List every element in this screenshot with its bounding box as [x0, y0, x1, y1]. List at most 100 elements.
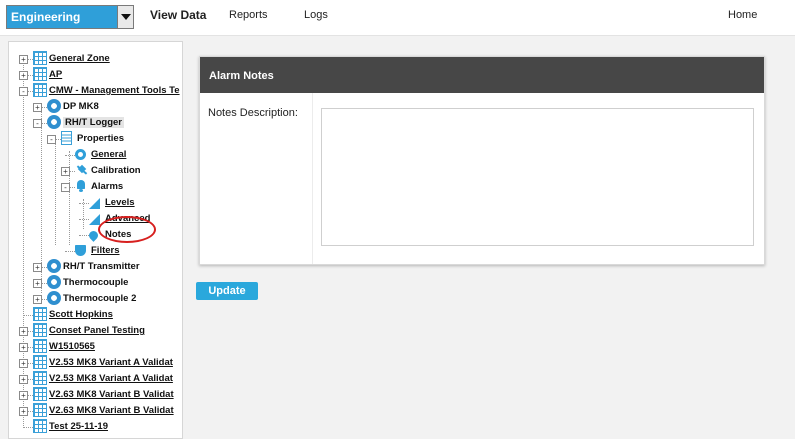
device-tree: + General Zone + AP - CMW - Management Tools …	[8, 41, 183, 439]
tree-item[interactable]: General	[9, 147, 182, 163]
tree-item[interactable]: Levels	[9, 195, 182, 211]
tree-item[interactable]: + W1510565	[9, 339, 182, 355]
department-select[interactable]: Engineering	[6, 5, 134, 29]
nav-view-data[interactable]: View Data	[150, 8, 206, 22]
bell-icon	[75, 179, 87, 193]
tree-item[interactable]: Filters	[9, 243, 182, 259]
tree-item[interactable]: - RH/T Logger	[9, 115, 182, 131]
tree-item-label[interactable]: Conset Panel Testing	[49, 325, 145, 336]
tree-connector	[65, 155, 75, 156]
gear-icon	[47, 259, 61, 273]
collapse-icon[interactable]: -	[33, 119, 42, 128]
gear-icon	[47, 275, 61, 289]
tree-item-label[interactable]: Scott Hopkins	[49, 309, 113, 320]
tree-item[interactable]: + Thermocouple 2	[9, 291, 182, 307]
notes-description-label: Notes Description:	[208, 107, 298, 119]
tree-item-label[interactable]: RH/T Transmitter	[63, 261, 140, 272]
tree-item-label[interactable]: Alarms	[91, 181, 123, 192]
grid-icon	[33, 307, 47, 321]
grid-icon	[33, 83, 47, 97]
tree-item[interactable]: + V2.63 MK8 Variant B Validat	[9, 403, 182, 419]
tree-item-label[interactable]: General Zone	[49, 53, 110, 64]
tree-item[interactable]: + V2.63 MK8 Variant B Validat	[9, 387, 182, 403]
tree-item-label[interactable]: Thermocouple	[63, 277, 128, 288]
expand-icon[interactable]: +	[19, 375, 28, 384]
expand-icon[interactable]: +	[19, 407, 28, 416]
nav-logs[interactable]: Logs	[304, 9, 328, 21]
nav-reports[interactable]: Reports	[229, 9, 268, 21]
tree-item-label[interactable]: Thermocouple 2	[63, 293, 136, 304]
expand-icon[interactable]: +	[19, 55, 28, 64]
panel-divider	[312, 93, 313, 264]
collapse-icon[interactable]: -	[61, 183, 70, 192]
page-icon	[61, 131, 72, 145]
gear-icon	[47, 291, 61, 305]
expand-icon[interactable]: +	[19, 327, 28, 336]
satellite-icon	[75, 163, 89, 177]
ring-icon	[75, 149, 86, 160]
tree-item-label[interactable]: Properties	[77, 133, 124, 144]
tree-item[interactable]: + V2.53 MK8 Variant A Validat	[9, 371, 182, 387]
expand-icon[interactable]: +	[33, 263, 42, 272]
panel-title: Alarm Notes	[209, 70, 274, 82]
panel-header: Alarm Notes	[200, 57, 764, 93]
tree-item[interactable]: + Conset Panel Testing	[9, 323, 182, 339]
tree-item-label[interactable]: Filters	[91, 245, 120, 256]
tree-item[interactable]: - Alarms	[9, 179, 182, 195]
expand-icon[interactable]: +	[19, 391, 28, 400]
tree-item[interactable]: Scott Hopkins	[9, 307, 182, 323]
expand-icon[interactable]: +	[19, 343, 28, 352]
tree-item[interactable]: + RH/T Transmitter	[9, 259, 182, 275]
tree-item[interactable]: + AP	[9, 67, 182, 83]
grid-icon	[33, 419, 47, 433]
tree-item[interactable]: - Properties	[9, 131, 182, 147]
tree-item-label[interactable]: Levels	[105, 197, 135, 208]
gear-icon	[47, 99, 61, 113]
tree-item[interactable]: Advanced	[9, 211, 182, 227]
tree-item-label[interactable]: V2.53 MK8 Variant A Validat	[49, 373, 173, 384]
department-select-value: Engineering	[11, 10, 81, 24]
top-bar: Engineering View Data Reports Logs Home	[0, 0, 795, 36]
tree-item-label[interactable]: Test 25-11-19	[49, 421, 108, 432]
highlight-annotation	[98, 216, 156, 243]
tree-item-label[interactable]: RH/T Logger	[63, 117, 124, 128]
expand-icon[interactable]: +	[19, 71, 28, 80]
expand-icon[interactable]: +	[19, 359, 28, 368]
grid-icon	[33, 323, 47, 337]
collapse-icon[interactable]: -	[19, 87, 28, 96]
nav-home[interactable]: Home	[728, 9, 757, 21]
update-button[interactable]: Update	[196, 282, 258, 300]
tree-item[interactable]: Notes	[9, 227, 182, 243]
tree-item-label[interactable]: V2.53 MK8 Variant A Validat	[49, 357, 173, 368]
expand-icon[interactable]: +	[33, 103, 42, 112]
tree-item-label[interactable]: CMW - Management Tools Te	[49, 85, 180, 96]
expand-icon[interactable]: +	[61, 167, 70, 176]
tree-item-label[interactable]: Calibration	[91, 165, 141, 176]
grid-icon	[33, 51, 47, 65]
tree-item-label[interactable]: DP MK8	[63, 101, 99, 112]
chevron-down-icon[interactable]	[117, 6, 133, 28]
tree-connector	[79, 219, 89, 220]
tree-item[interactable]: + Calibration	[9, 163, 182, 179]
tree-item-label[interactable]: W1510565	[49, 341, 95, 352]
grid-icon	[33, 67, 47, 81]
notes-description-input[interactable]	[321, 108, 754, 246]
tree-item[interactable]: + V2.53 MK8 Variant A Validat	[9, 355, 182, 371]
tree-item[interactable]: - CMW - Management Tools Te	[9, 83, 182, 99]
tree-item-label[interactable]: AP	[49, 69, 62, 80]
tree-item[interactable]: + Thermocouple	[9, 275, 182, 291]
tree-item[interactable]: Test 25-11-19	[9, 419, 182, 435]
collapse-icon[interactable]: -	[47, 135, 56, 144]
grid-icon	[33, 387, 47, 401]
tree-item[interactable]: + General Zone	[9, 51, 182, 67]
gear-icon	[47, 115, 61, 129]
expand-icon[interactable]: +	[33, 279, 42, 288]
grid-icon	[33, 339, 47, 353]
tree-item-label[interactable]: V2.63 MK8 Variant B Validat	[49, 405, 174, 416]
tree-item-label[interactable]: V2.63 MK8 Variant B Validat	[49, 389, 174, 400]
expand-icon[interactable]: +	[33, 295, 42, 304]
alarm-notes-panel: Alarm Notes Notes Description:	[199, 56, 765, 265]
tree-item-label[interactable]: General	[91, 149, 126, 160]
tree-item[interactable]: + DP MK8	[9, 99, 182, 115]
tree-connector	[23, 427, 33, 428]
